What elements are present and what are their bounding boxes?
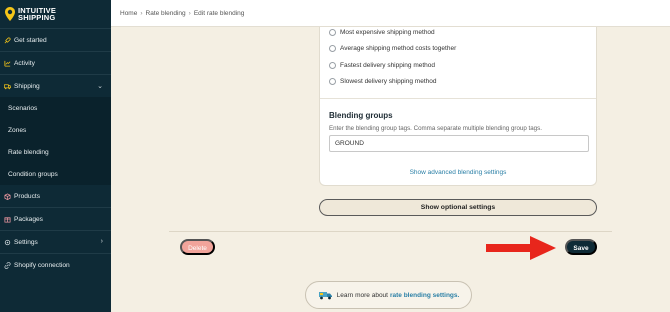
blending-groups-help: Enter the blending group tags. Comma sep… bbox=[329, 125, 542, 132]
sidebar-item-label: Shipping bbox=[14, 82, 40, 90]
actions-divider bbox=[169, 231, 612, 232]
sidebar-item-label: Shopify connection bbox=[14, 261, 70, 269]
learn-more-text: Learn more about bbox=[336, 291, 388, 299]
rate-method-option[interactable]: Fastest delivery shipping method bbox=[329, 62, 435, 69]
radio-button[interactable] bbox=[329, 45, 336, 52]
chart-icon bbox=[4, 60, 11, 67]
package-icon bbox=[4, 216, 11, 222]
show-advanced-blending-link[interactable]: Show advanced blending settings bbox=[320, 169, 596, 176]
sidebar: INTUITIVE SHIPPING Get started Activity … bbox=[0, 0, 111, 312]
sidebar-item-products[interactable]: Products bbox=[0, 185, 111, 207]
sidebar-subitem-zones[interactable]: Zones bbox=[0, 119, 111, 141]
sidebar-item-activity[interactable]: Activity bbox=[0, 52, 111, 74]
breadcrumb: Home › Rate blending › Edit rate blendin… bbox=[111, 0, 670, 27]
rate-method-label: Fastest delivery shipping method bbox=[340, 62, 436, 69]
show-optional-settings-button[interactable]: Show optional settings bbox=[319, 199, 597, 216]
link-icon bbox=[4, 261, 11, 269]
sidebar-subitem-scenarios[interactable]: Scenarios bbox=[0, 97, 111, 119]
rate-method-option[interactable]: Slowest delivery shipping method bbox=[329, 78, 436, 85]
breadcrumb-rate-blending[interactable]: Rate blending bbox=[146, 10, 186, 17]
rate-blending-settings-link[interactable]: rate blending settings. bbox=[390, 292, 459, 299]
breadcrumb-separator: › bbox=[188, 9, 191, 17]
gear-icon bbox=[4, 239, 11, 245]
location-pin-icon bbox=[5, 7, 15, 21]
rocket-icon bbox=[4, 36, 11, 43]
save-button[interactable]: Save bbox=[565, 239, 597, 255]
blending-groups-input[interactable] bbox=[329, 135, 589, 152]
sidebar-item-get-started[interactable]: Get started bbox=[0, 29, 111, 51]
breadcrumb-home[interactable]: Home bbox=[120, 10, 137, 17]
rate-method-label: Slowest delivery shipping method bbox=[340, 78, 437, 85]
delivery-truck-illustration-icon bbox=[318, 292, 332, 300]
breadcrumb-current: Edit rate blending bbox=[193, 9, 245, 17]
red-arrow-annotation bbox=[486, 236, 556, 260]
box-icon bbox=[4, 192, 11, 200]
sidebar-item-label: Activity bbox=[14, 59, 35, 67]
sidebar-subitem-rate-blending[interactable]: Rate blending bbox=[0, 141, 111, 163]
sidebar-item-label: Packages bbox=[14, 215, 43, 223]
sidebar-item-label: Get started bbox=[14, 36, 47, 44]
radio-button[interactable] bbox=[329, 78, 336, 85]
brand-line2: SHIPPING bbox=[18, 13, 56, 22]
truck-icon bbox=[4, 83, 11, 89]
shipping-submenu: Scenarios Zones Rate blending Condition … bbox=[0, 97, 111, 185]
sidebar-item-shopify-connection[interactable]: Shopify connection bbox=[0, 254, 111, 276]
sidebar-item-shipping[interactable]: Shipping ⌄ bbox=[0, 75, 111, 97]
radio-button[interactable] bbox=[329, 29, 336, 36]
sidebar-item-label: Settings bbox=[14, 238, 38, 246]
breadcrumb-separator: › bbox=[140, 9, 143, 17]
sidebar-subitem-condition-groups[interactable]: Condition groups bbox=[0, 163, 111, 185]
blending-groups-title: Blending groups bbox=[329, 111, 393, 120]
radio-button[interactable] bbox=[329, 62, 336, 69]
section-divider bbox=[320, 98, 596, 99]
rate-method-label: Average shipping method costs together bbox=[340, 45, 457, 52]
learn-more-banner: Learn more about rate blending settings. bbox=[305, 281, 472, 309]
chevron-right-icon: › bbox=[100, 238, 103, 245]
delete-button[interactable]: Delete bbox=[180, 239, 215, 255]
chevron-down-icon: ⌄ bbox=[97, 83, 103, 90]
rate-blending-card: Most expensive shipping method Average s… bbox=[319, 27, 597, 186]
sidebar-item-settings[interactable]: Settings › bbox=[0, 231, 111, 253]
rate-method-label: Most expensive shipping method bbox=[340, 29, 435, 36]
sidebar-item-packages[interactable]: Packages bbox=[0, 208, 111, 230]
sidebar-item-label: Products bbox=[14, 192, 41, 200]
brand-logo[interactable]: INTUITIVE SHIPPING bbox=[0, 0, 111, 28]
rate-method-option[interactable]: Average shipping method costs together bbox=[329, 45, 456, 52]
rate-method-option[interactable]: Most expensive shipping method bbox=[329, 29, 435, 36]
